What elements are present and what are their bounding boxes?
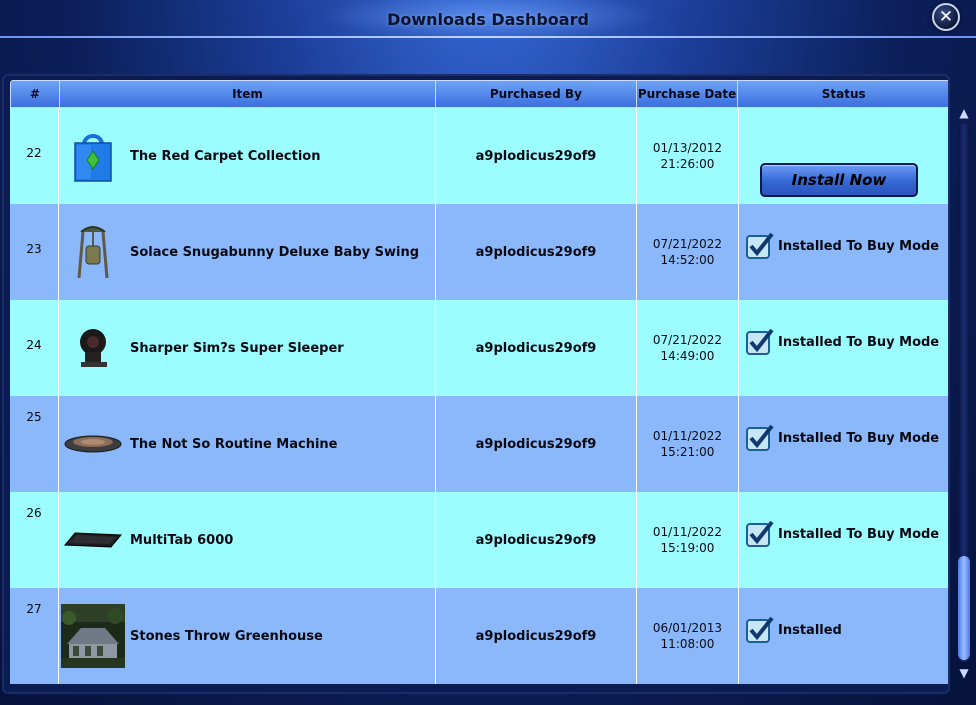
- row-number: 26: [10, 492, 59, 588]
- purchased-by: a9plodicus29of9: [436, 492, 637, 588]
- downloads-table: # Item Purchased By Purchase Date Status…: [10, 80, 948, 684]
- status-text: Installed To Buy Mode: [778, 526, 940, 542]
- status-installed: Installed To Buy Mode: [739, 423, 939, 453]
- item-cell: The Not So Routine Machine: [59, 396, 436, 492]
- scroll-track[interactable]: [958, 124, 970, 662]
- row-number: 27: [10, 588, 59, 684]
- purchased-by: a9plodicus29of9: [436, 108, 637, 204]
- row-number: 22: [10, 108, 59, 204]
- date-text: 01/11/2022: [652, 429, 723, 443]
- time-text: 11:08:00: [660, 637, 715, 651]
- time-text: 15:19:00: [660, 541, 715, 555]
- status-cell: Installed To Buy Mode: [739, 300, 948, 396]
- row-number: 25: [10, 396, 59, 492]
- purchased-by: a9plodicus29of9: [436, 300, 637, 396]
- item-name[interactable]: Stones Throw Greenhouse: [130, 629, 323, 644]
- scroll-up-arrow-icon[interactable]: ▲: [955, 106, 973, 120]
- item-cell: Stones Throw Greenhouse: [59, 588, 436, 684]
- status-text: Installed To Buy Mode: [778, 238, 940, 254]
- purchase-date: 07/21/2022 14:52:00: [637, 204, 739, 300]
- close-button[interactable]: ✕: [932, 3, 960, 31]
- shopping-bag-icon: [61, 124, 125, 188]
- table-row[interactable]: 23 Solace Snugabunny Deluxe Baby Swing a…: [10, 204, 948, 300]
- item-name[interactable]: Sharper Sim?s Super Sleeper: [130, 341, 344, 356]
- vertical-scrollbar[interactable]: ▲ ▼: [955, 106, 973, 680]
- greenhouse-thumbnail: [61, 604, 125, 668]
- row-number: 24: [10, 300, 59, 396]
- date-text: 01/11/2022: [652, 525, 723, 539]
- purchase-date: 01/11/2022 15:21:00: [637, 396, 739, 492]
- routine-machine-icon: [61, 412, 125, 476]
- baby-swing-icon: [61, 220, 125, 284]
- time-text: 14:52:00: [660, 253, 715, 267]
- item-cell: Sharper Sim?s Super Sleeper: [59, 300, 436, 396]
- checkbox-checked-icon: [746, 328, 774, 355]
- multitab-icon: [61, 508, 125, 572]
- table-row[interactable]: 25 The Not So Routine Machine a9plodicus…: [10, 396, 948, 492]
- window-title: Downloads Dashboard: [387, 10, 589, 29]
- status-text: Installed To Buy Mode: [778, 334, 940, 350]
- purchased-by: a9plodicus29of9: [436, 204, 637, 300]
- scroll-thumb[interactable]: [958, 556, 970, 660]
- item-cell: MultiTab 6000: [59, 492, 436, 588]
- purchase-date: 06/01/2013 11:08:00: [637, 588, 739, 684]
- purchased-by: a9plodicus29of9: [436, 588, 637, 684]
- checkbox-checked-icon: [746, 520, 774, 547]
- row-number: 23: [10, 204, 59, 300]
- column-header-purchase-date[interactable]: Purchase Date: [637, 81, 739, 107]
- item-name[interactable]: Solace Snugabunny Deluxe Baby Swing: [130, 245, 419, 260]
- status-cell: Installed To Buy Mode: [739, 204, 948, 300]
- checkbox-checked-icon: [746, 232, 774, 259]
- date-text: 07/21/2022: [652, 237, 723, 251]
- column-header-number[interactable]: #: [11, 81, 60, 107]
- date-text: 07/21/2022: [652, 333, 723, 347]
- status-installed: Installed To Buy Mode: [739, 519, 939, 549]
- purchased-by: a9plodicus29of9: [436, 396, 637, 492]
- purchase-date: 01/13/2012 21:26:00: [637, 108, 739, 204]
- purchase-date: 07/21/2022 14:49:00: [637, 300, 739, 396]
- table-row[interactable]: 24 Sharper Sim?s Super Sleeper a9plodicu…: [10, 300, 948, 396]
- table-row[interactable]: 27 Stones Throw Greenhouse a9plodicus29o…: [10, 588, 948, 684]
- item-cell: The Red Carpet Collection: [59, 108, 436, 204]
- item-name[interactable]: MultiTab 6000: [130, 533, 233, 548]
- status-cell: Installed To Buy Mode: [739, 492, 948, 588]
- checkbox-checked-icon: [746, 424, 774, 451]
- item-cell: Solace Snugabunny Deluxe Baby Swing: [59, 204, 436, 300]
- date-text: 01/13/2012: [652, 141, 723, 155]
- status-installed: Installed To Buy Mode: [739, 327, 939, 357]
- table-row[interactable]: 22 The Red Carpet Collection a9plodicus2…: [10, 108, 948, 204]
- status-installed: Installed To Buy Mode: [739, 231, 939, 261]
- status-cell: Installed: [739, 588, 948, 684]
- status-text: Installed: [778, 622, 842, 638]
- time-text: 15:21:00: [660, 445, 715, 459]
- install-now-button[interactable]: Install Now: [760, 163, 918, 197]
- column-header-purchased-by[interactable]: Purchased By: [436, 81, 637, 107]
- column-header-status[interactable]: Status: [738, 81, 948, 107]
- status-installed: Installed: [739, 615, 842, 645]
- date-text: 06/01/2013: [652, 621, 723, 635]
- scroll-down-arrow-icon[interactable]: ▼: [955, 666, 973, 680]
- column-header-item[interactable]: Item: [60, 81, 437, 107]
- downloads-panel: # Item Purchased By Purchase Date Status…: [2, 74, 950, 694]
- super-sleeper-icon: [61, 316, 125, 380]
- status-cell: Install Now: [739, 108, 948, 204]
- time-text: 21:26:00: [660, 157, 715, 171]
- checkbox-checked-icon: [746, 616, 774, 643]
- purchase-date: 01/11/2022 15:19:00: [637, 492, 739, 588]
- item-name[interactable]: The Not So Routine Machine: [130, 437, 338, 452]
- table-row[interactable]: 26 MultiTab 6000 a9plodicus29of9 01/11/2…: [10, 492, 948, 588]
- item-name[interactable]: The Red Carpet Collection: [130, 149, 320, 164]
- table-header: # Item Purchased By Purchase Date Status: [10, 80, 948, 108]
- title-divider: [0, 36, 976, 38]
- status-text: Installed To Buy Mode: [778, 430, 940, 446]
- status-cell: Installed To Buy Mode: [739, 396, 948, 492]
- time-text: 14:49:00: [660, 349, 715, 363]
